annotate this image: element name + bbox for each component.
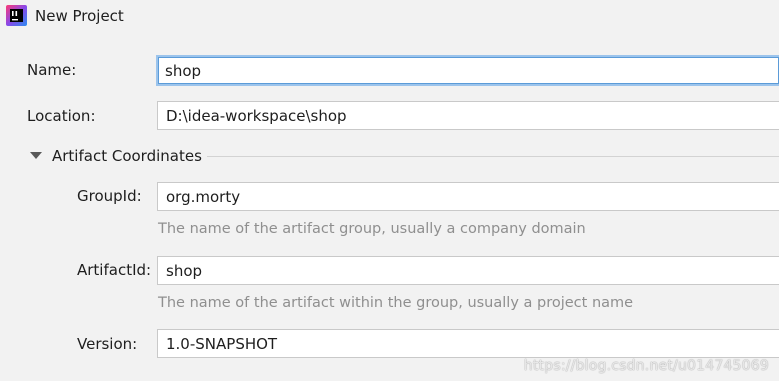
version-label: Version: [77,335,138,353]
watermark: https://blog.csdn.net/u014745069 [523,358,769,374]
artifactid-label: ArtifactId: [77,261,152,279]
window-title: New Project [35,7,124,25]
collapse-triangle-icon[interactable] [30,152,42,159]
version-field[interactable] [157,329,779,358]
name-field[interactable] [156,55,779,86]
artifactid-field[interactable] [157,256,779,285]
name-input[interactable] [158,57,779,84]
name-label: Name: [27,61,77,79]
location-input[interactable] [158,102,779,129]
title-bar: New Project [0,0,779,34]
section-divider [207,156,779,157]
groupid-hint: The name of the artifact group, usually … [158,221,586,237]
groupid-field[interactable] [157,182,779,211]
groupid-input[interactable] [158,183,779,210]
intellij-idea-icon [6,5,27,26]
artifactid-input[interactable] [158,257,779,284]
groupid-label: GroupId: [77,187,142,205]
location-label: Location: [27,107,96,125]
section-title[interactable]: Artifact Coordinates [52,147,202,165]
location-field[interactable] [157,101,779,130]
artifact-coordinates-section: Artifact Coordinates [30,145,779,167]
artifactid-hint: The name of the artifact within the grou… [158,295,634,311]
version-input[interactable] [158,330,779,357]
